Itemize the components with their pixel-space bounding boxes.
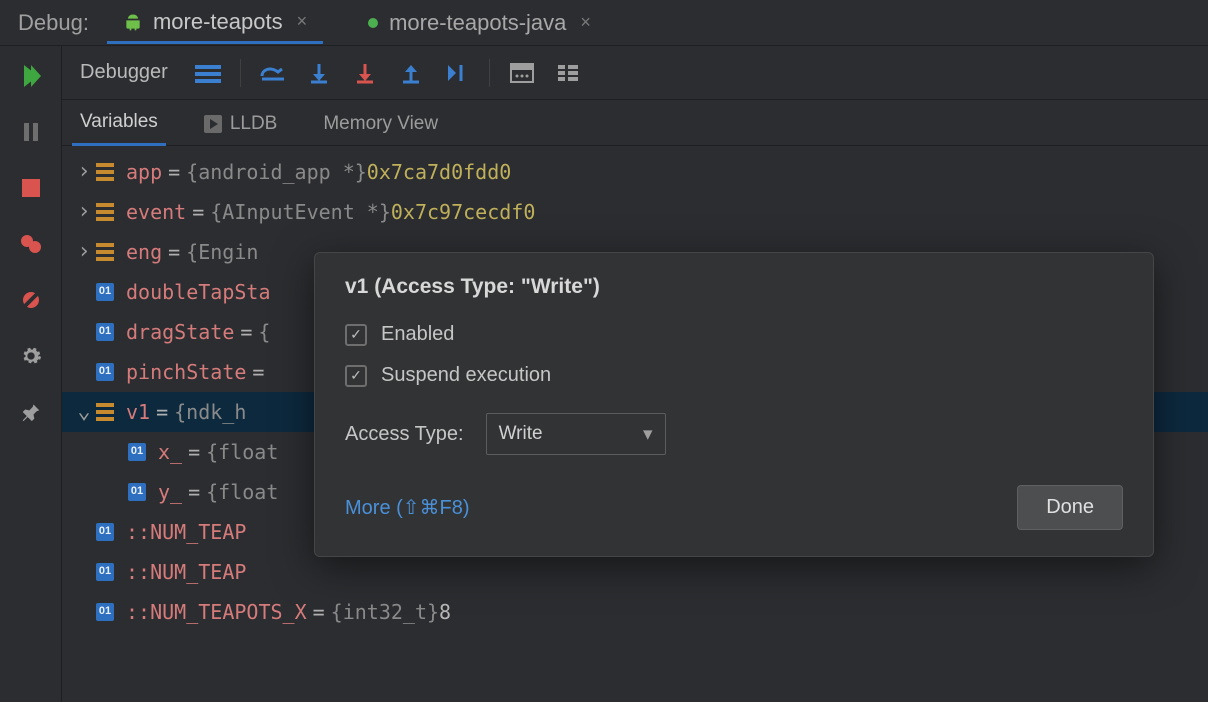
variable-row[interactable]: › app = {android_app *} 0x7ca7d0fdd0 bbox=[62, 152, 1208, 192]
popup-title: v1 (Access Type: "Write") bbox=[345, 275, 1123, 299]
variable-type: {ndk_h bbox=[174, 398, 246, 427]
force-step-into-button[interactable] bbox=[345, 55, 385, 91]
equals-sign: = bbox=[186, 198, 210, 227]
variable-name: doubleTapSta bbox=[126, 278, 271, 307]
view-breakpoints-button[interactable] bbox=[17, 230, 45, 258]
resume-button[interactable] bbox=[17, 62, 45, 90]
debug-label: Debug: bbox=[8, 10, 107, 36]
play-small-icon bbox=[204, 115, 222, 133]
tab-label: more-teapots-java bbox=[389, 10, 566, 36]
pause-button[interactable] bbox=[17, 118, 45, 146]
field-icon: 01 bbox=[94, 601, 116, 623]
equals-sign: = bbox=[182, 478, 206, 507]
equals-sign: = bbox=[162, 238, 186, 267]
equals-sign: = bbox=[162, 158, 186, 187]
debugger-views-tabs: Variables LLDB Memory View bbox=[62, 100, 1208, 146]
debug-tabstrip: Debug: more-teapots × more-teapots-java … bbox=[0, 0, 1208, 46]
step-into-button[interactable] bbox=[299, 55, 339, 91]
variable-name: ::NUM_TEAPOTS_X bbox=[126, 598, 307, 627]
variable-name: v1 bbox=[126, 398, 150, 427]
variable-name: dragState bbox=[126, 318, 234, 347]
variable-value: 0x7c97cecdf0 bbox=[391, 198, 536, 227]
access-type-label: Access Type: bbox=[345, 423, 464, 446]
tab-lldb[interactable]: LLDB bbox=[196, 105, 286, 145]
android-icon bbox=[123, 12, 143, 32]
variable-row[interactable]: 01::NUM_TEAPOTS_X = {int32_t} 8 bbox=[62, 592, 1208, 632]
access-type-select[interactable]: Write ▾ bbox=[486, 413, 666, 455]
equals-sign: = bbox=[307, 598, 331, 627]
struct-icon bbox=[94, 161, 116, 183]
variable-type: {float bbox=[206, 438, 278, 467]
equals-sign: = bbox=[246, 358, 270, 387]
close-icon[interactable]: × bbox=[293, 11, 308, 32]
variable-value: 8 bbox=[439, 598, 451, 627]
equals-sign: = bbox=[182, 438, 206, 467]
access-type-value: Write bbox=[499, 423, 543, 445]
watchpoint-popup: v1 (Access Type: "Write") ✓ Enabled ✓ Su… bbox=[314, 252, 1154, 557]
more-link[interactable]: More (⇧⌘F8) bbox=[345, 495, 470, 520]
variable-type: {int32_t} bbox=[331, 598, 439, 627]
field-icon: 01 bbox=[94, 321, 116, 343]
debugger-label: Debugger bbox=[74, 61, 182, 84]
variable-type: {float bbox=[206, 478, 278, 507]
trace-button[interactable] bbox=[548, 55, 588, 91]
field-icon: 01 bbox=[126, 481, 148, 503]
mute-breakpoints-button[interactable] bbox=[17, 286, 45, 314]
enabled-checkbox[interactable]: ✓ bbox=[345, 324, 367, 346]
run-to-cursor-button[interactable] bbox=[437, 55, 477, 91]
chevron-right-icon[interactable]: › bbox=[74, 196, 94, 228]
variable-name: ::NUM_TEAP bbox=[126, 518, 246, 547]
variable-name: x_ bbox=[158, 438, 182, 467]
variable-name: pinchState bbox=[126, 358, 246, 387]
settings-button[interactable] bbox=[17, 342, 45, 370]
variable-name: event bbox=[126, 198, 186, 227]
variable-name: y_ bbox=[158, 478, 182, 507]
variable-type: {Engin bbox=[186, 238, 258, 267]
chevron-right-icon[interactable]: › bbox=[74, 156, 94, 188]
variable-row[interactable]: 01::NUM_TEAP bbox=[62, 552, 1208, 592]
chevron-down-icon[interactable]: ⌄ bbox=[74, 396, 94, 428]
step-over-button[interactable] bbox=[253, 55, 293, 91]
variable-value: 0x7ca7d0fdd0 bbox=[367, 158, 512, 187]
suspend-checkbox[interactable]: ✓ bbox=[345, 365, 367, 387]
field-icon: 01 bbox=[94, 281, 116, 303]
done-button[interactable]: Done bbox=[1017, 485, 1123, 530]
tab-more-teapots[interactable]: more-teapots × bbox=[107, 3, 323, 44]
debugger-toolbar: Debugger bbox=[62, 46, 1208, 100]
tab-lldb-label: LLDB bbox=[230, 113, 278, 135]
tab-variables[interactable]: Variables bbox=[72, 103, 166, 146]
field-icon: 01 bbox=[94, 361, 116, 383]
debug-gutter bbox=[0, 46, 62, 702]
variable-name: ::NUM_TEAP bbox=[126, 558, 246, 587]
dot-icon bbox=[367, 17, 379, 29]
variable-type: { bbox=[258, 318, 270, 347]
struct-icon bbox=[94, 201, 116, 223]
variable-name: eng bbox=[126, 238, 162, 267]
struct-icon bbox=[94, 401, 116, 423]
close-icon[interactable]: × bbox=[576, 12, 591, 33]
suspend-label: Suspend execution bbox=[381, 364, 551, 387]
field-icon: 01 bbox=[126, 441, 148, 463]
evaluate-expression-button[interactable] bbox=[502, 55, 542, 91]
stop-button[interactable] bbox=[17, 174, 45, 202]
chevron-right-icon[interactable]: › bbox=[74, 236, 94, 268]
variable-type: {android_app *} bbox=[186, 158, 367, 187]
tab-memory-view[interactable]: Memory View bbox=[315, 105, 446, 145]
show-frames-button[interactable] bbox=[188, 55, 228, 91]
field-icon: 01 bbox=[94, 561, 116, 583]
chevron-down-icon: ▾ bbox=[643, 423, 653, 446]
field-icon: 01 bbox=[94, 521, 116, 543]
struct-icon bbox=[94, 241, 116, 263]
tab-more-teapots-java[interactable]: more-teapots-java × bbox=[351, 4, 607, 42]
enabled-label: Enabled bbox=[381, 323, 454, 346]
step-out-button[interactable] bbox=[391, 55, 431, 91]
variable-type: {AInputEvent *} bbox=[210, 198, 391, 227]
equals-sign: = bbox=[150, 398, 174, 427]
pin-button[interactable] bbox=[17, 398, 45, 426]
equals-sign: = bbox=[234, 318, 258, 347]
tab-label: more-teapots bbox=[153, 9, 283, 35]
variable-name: app bbox=[126, 158, 162, 187]
variable-row[interactable]: › event = {AInputEvent *} 0x7c97cecdf0 bbox=[62, 192, 1208, 232]
